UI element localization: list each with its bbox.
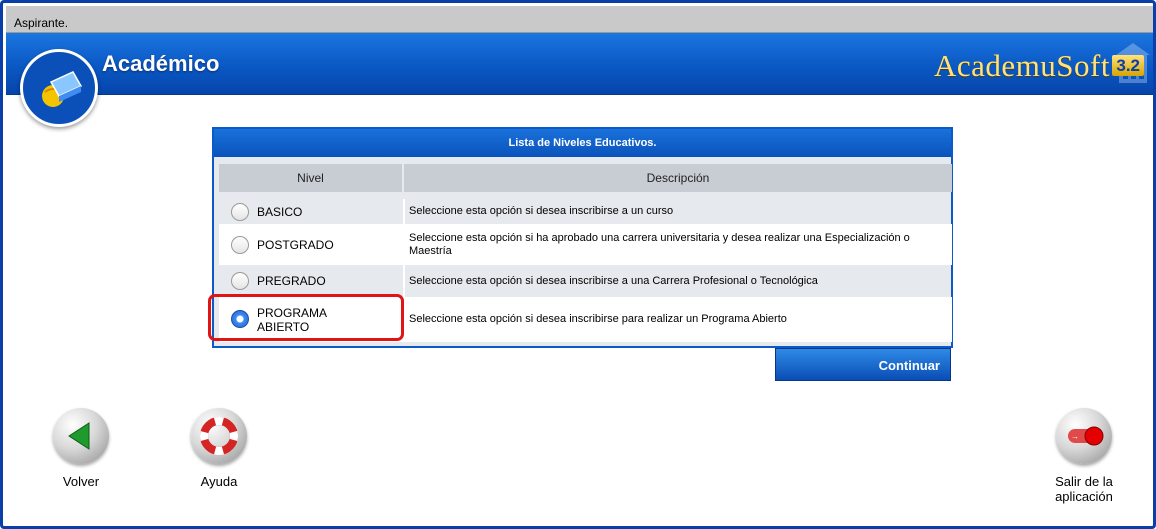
descripcion-text: Seleccione esta opción si desea inscribi… — [409, 313, 787, 325]
nivel-label: PREGRADO — [257, 274, 326, 288]
table-row[interactable]: BASICO Seleccione esta opción si desea i… — [219, 199, 952, 224]
selection-highlight — [208, 294, 404, 341]
nivel-label: BASICO — [257, 204, 303, 219]
header-banner: Académico AcademuSoft 3.2 — [6, 33, 1153, 95]
salir-button[interactable]: → Salir de la aplicación — [1041, 408, 1127, 504]
salir-label: Salir de la aplicación — [1055, 474, 1113, 504]
radio-basico[interactable] — [231, 203, 249, 221]
svg-text:→: → — [1071, 432, 1079, 441]
back-arrow-icon — [53, 408, 109, 464]
column-divider — [403, 199, 405, 224]
table-row[interactable]: POSTGRADO Seleccione esta opción si ha a… — [219, 224, 952, 265]
table-row[interactable]: PREGRADO Seleccione esta opción si desea… — [219, 265, 952, 297]
column-header-descripcion: Descripción — [404, 164, 952, 192]
user-role-label: Aspirante. — [14, 16, 69, 30]
brand-logo: AcademuSoft — [934, 48, 1110, 83]
nivel-label: POSTGRADO — [257, 237, 334, 252]
app-window: Aspirante. Académico AcademuSoft 3.2 Lis… — [0, 0, 1156, 529]
ayuda-button[interactable]: Ayuda — [179, 408, 259, 489]
table-title: Lista de Niveles Educativos. — [214, 129, 951, 157]
descripcion-text: Seleccione esta opción si desea inscribi… — [409, 205, 674, 217]
radio-postgrado[interactable] — [231, 236, 249, 254]
volver-label: Volver — [62, 474, 100, 489]
continuar-button[interactable]: Continuar — [775, 348, 951, 381]
brand-version: 3.2 — [1112, 55, 1144, 76]
volver-button[interactable]: Volver — [41, 408, 121, 489]
descripcion-text: Seleccione esta opción si desea inscribi… — [409, 274, 818, 287]
radio-pregrado[interactable] — [231, 272, 249, 290]
column-divider — [403, 224, 405, 265]
descripcion-text: Seleccione esta opción si ha aprobado un… — [409, 231, 910, 257]
exit-switch-icon: → — [1056, 408, 1112, 464]
book-globe-icon — [20, 49, 98, 127]
lifebuoy-icon — [191, 408, 247, 464]
column-divider — [403, 265, 405, 297]
status-bar: Aspirante. — [6, 6, 1153, 33]
page-title: Académico — [102, 51, 220, 76]
column-header-nivel: Nivel — [219, 164, 402, 192]
ayuda-label: Ayuda — [200, 474, 238, 489]
